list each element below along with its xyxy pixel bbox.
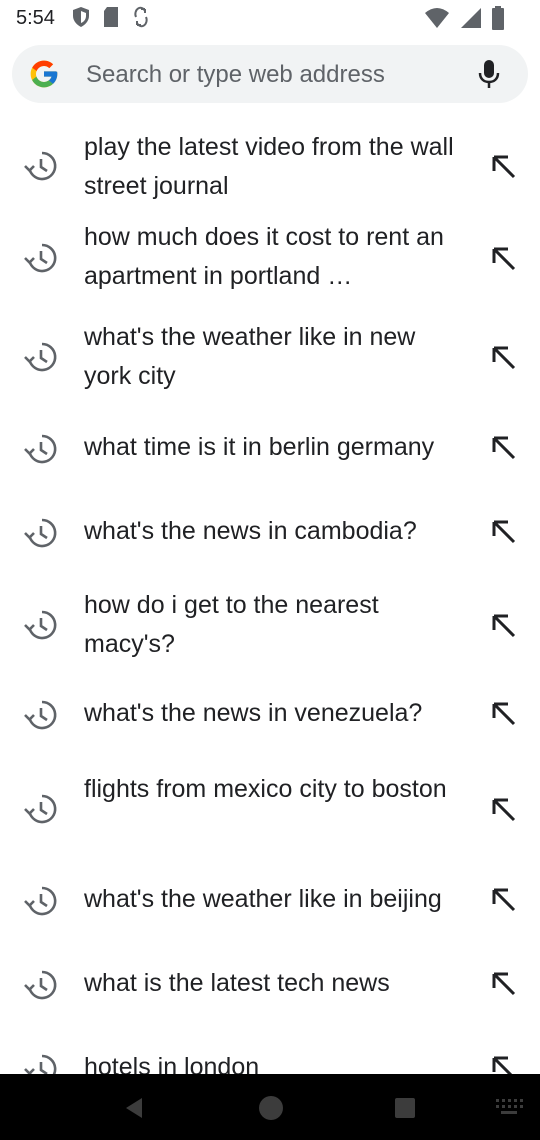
suggestion-text: what's the news in cambodia?	[84, 517, 417, 545]
suggestion-text: how do i get to the nearest macy's?	[84, 591, 379, 658]
back-icon[interactable]	[120, 1094, 148, 1122]
sync-icon	[134, 6, 148, 28]
suggestion-item[interactable]: what's the news in venezuela?	[0, 674, 540, 762]
search-input[interactable]	[84, 55, 448, 95]
history-icon	[24, 151, 57, 181]
keyboard-icon[interactable]	[494, 1096, 524, 1118]
suggestion-text: flights from mexico city to boston	[84, 775, 447, 803]
recents-icon[interactable]	[393, 1096, 417, 1120]
status-time: 5:54	[16, 7, 55, 29]
status-bar: 5:54	[0, 0, 540, 38]
history-icon	[24, 434, 57, 464]
arrow-up-left-icon[interactable]	[488, 434, 518, 464]
suggestion-item[interactable]: what's the news in cambodia?	[0, 494, 540, 578]
suggestion-text: play the latest video from the wall stre…	[84, 133, 454, 200]
suggestion-text: how much does it cost to rent an apartme…	[84, 223, 444, 290]
suggestion-text: what is the latest tech news	[84, 969, 390, 997]
status-right-icons	[424, 6, 504, 30]
suggestion-text: what's the news in venezuela?	[84, 699, 423, 727]
suggestion-text: what time is it in berlin germany	[84, 433, 435, 461]
suggestion-item[interactable]: how do i get to the nearest macy's?	[0, 578, 540, 674]
arrow-up-left-icon[interactable]	[488, 1054, 518, 1074]
suggestion-list: play the latest video from the wall stre…	[0, 122, 540, 1074]
history-icon	[24, 700, 57, 730]
suggestion-item[interactable]: play the latest video from the wall stre…	[0, 122, 540, 214]
microphone-icon[interactable]	[472, 57, 506, 91]
omnibox[interactable]	[12, 45, 528, 103]
arrow-up-left-icon[interactable]	[488, 700, 518, 730]
navigation-bar	[0, 1074, 540, 1140]
history-icon	[24, 794, 57, 824]
cellular-icon	[461, 8, 481, 28]
suggestion-item[interactable]: what's the weather like in new york city	[0, 314, 540, 410]
history-icon	[24, 243, 57, 273]
arrow-up-left-icon[interactable]	[488, 970, 518, 1000]
suggestion-item[interactable]: flights from mexico city to boston	[0, 762, 540, 862]
suggestion-item[interactable]: what time is it in berlin germany	[0, 410, 540, 494]
battery-icon	[492, 6, 504, 30]
suggestion-item[interactable]: hotels in london	[0, 1030, 540, 1074]
history-icon	[24, 1054, 57, 1074]
arrow-up-left-icon[interactable]	[488, 344, 518, 374]
sd-card-icon	[104, 7, 118, 27]
suggestion-text: what's the weather like in beijing	[84, 885, 442, 913]
arrow-up-left-icon[interactable]	[488, 153, 518, 183]
suggestion-text: what's the weather like in new york city	[84, 323, 416, 390]
arrow-up-left-icon[interactable]	[488, 612, 518, 642]
google-g-icon	[30, 60, 58, 88]
arrow-up-left-icon[interactable]	[488, 518, 518, 548]
suggestion-item[interactable]: what's the weather like in beijing	[0, 862, 540, 946]
wifi-icon	[425, 8, 449, 28]
arrow-up-left-icon[interactable]	[488, 796, 518, 826]
history-icon	[24, 970, 57, 1000]
history-icon	[24, 610, 57, 640]
arrow-up-left-icon[interactable]	[488, 886, 518, 916]
suggestion-item[interactable]: what is the latest tech news	[0, 946, 540, 1030]
home-icon[interactable]	[257, 1094, 285, 1122]
history-icon	[24, 518, 57, 548]
arrow-up-left-icon[interactable]	[488, 245, 518, 275]
suggestion-item[interactable]: how much does it cost to rent an apartme…	[0, 214, 540, 314]
status-left-icons	[72, 6, 150, 28]
history-icon	[24, 886, 57, 916]
shield-icon	[73, 7, 89, 27]
history-icon	[24, 342, 57, 372]
suggestion-text: hotels in london	[84, 1053, 260, 1074]
